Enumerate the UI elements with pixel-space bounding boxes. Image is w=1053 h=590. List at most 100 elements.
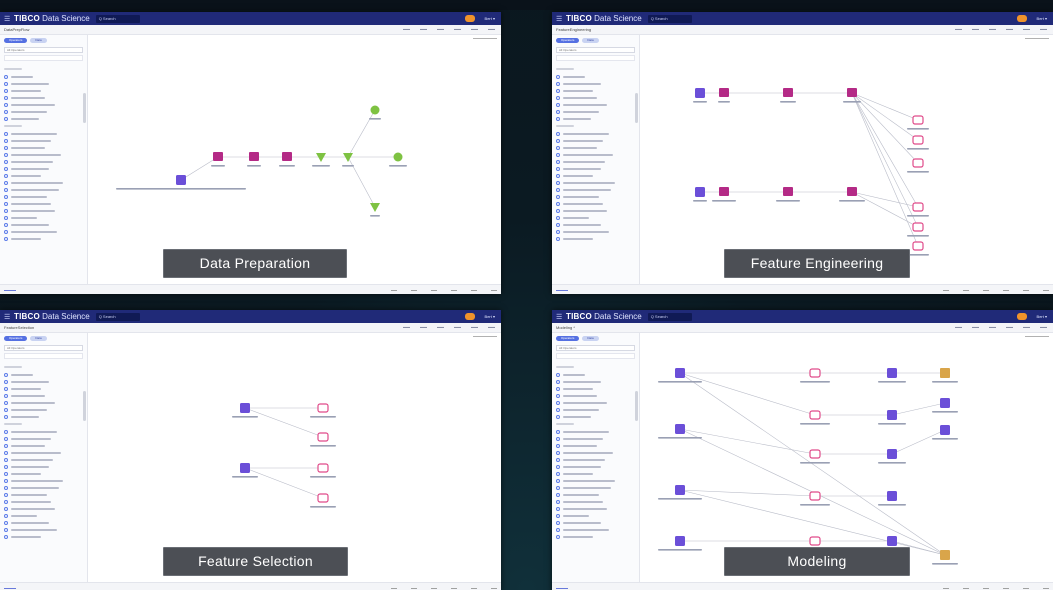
dataset-node[interactable] bbox=[232, 463, 258, 478]
operator-item[interactable] bbox=[556, 193, 635, 200]
transform-node[interactable] bbox=[211, 152, 225, 167]
operator-item[interactable] bbox=[556, 235, 635, 242]
search-input[interactable]: Q Search bbox=[95, 14, 140, 23]
operator-item[interactable] bbox=[556, 519, 635, 526]
toolbar-item[interactable]: ▬▬ bbox=[437, 27, 444, 31]
operator-item[interactable] bbox=[556, 392, 635, 399]
status-action[interactable]: ▬▬ bbox=[391, 288, 397, 292]
operator-item[interactable] bbox=[4, 108, 83, 115]
operator-item[interactable] bbox=[556, 449, 635, 456]
operator-item[interactable] bbox=[4, 235, 83, 242]
operator-item[interactable] bbox=[556, 115, 635, 122]
operator-item[interactable] bbox=[556, 435, 635, 442]
transform-node[interactable] bbox=[780, 88, 796, 103]
operator-item[interactable] bbox=[556, 151, 635, 158]
operator-item[interactable] bbox=[556, 207, 635, 214]
operator-item[interactable] bbox=[4, 533, 83, 540]
operator-item[interactable] bbox=[4, 385, 83, 392]
operator-item[interactable] bbox=[4, 371, 83, 378]
menu-icon[interactable]: ☰ bbox=[4, 313, 14, 321]
operator-item[interactable] bbox=[4, 214, 83, 221]
status-action[interactable]: ▬▬ bbox=[943, 288, 949, 292]
toolbar-item[interactable]: ▬▬ bbox=[403, 325, 410, 329]
operator-item[interactable] bbox=[4, 399, 83, 406]
dataset-node[interactable] bbox=[116, 175, 246, 190]
operator-item[interactable] bbox=[4, 498, 83, 505]
operator-item[interactable] bbox=[556, 470, 635, 477]
operator-item[interactable] bbox=[4, 221, 83, 228]
operator-item[interactable] bbox=[4, 87, 83, 94]
operator-item[interactable] bbox=[556, 526, 635, 533]
status-action[interactable]: ▬▬ bbox=[451, 288, 457, 292]
operator-item[interactable] bbox=[4, 172, 83, 179]
transform-node[interactable] bbox=[776, 187, 800, 202]
status-action[interactable]: ▬▬ bbox=[391, 586, 397, 590]
toolbar-item[interactable]: ▬▬ bbox=[1006, 27, 1013, 31]
operator-item[interactable] bbox=[4, 505, 83, 512]
status-link[interactable]: ▬▬▬▬ bbox=[556, 288, 568, 292]
eval-node[interactable] bbox=[800, 491, 830, 506]
operator-item[interactable] bbox=[556, 221, 635, 228]
toolbar-item[interactable]: ▬▬ bbox=[989, 27, 996, 31]
status-link[interactable]: ▬▬▬▬ bbox=[556, 586, 568, 590]
search-input[interactable]: Q Search bbox=[95, 312, 140, 321]
operator-item[interactable] bbox=[556, 371, 635, 378]
tab-operators[interactable]: Operators bbox=[556, 38, 580, 43]
dataset-node[interactable] bbox=[658, 485, 702, 500]
gold-node[interactable] bbox=[932, 550, 958, 565]
operator-item[interactable] bbox=[4, 115, 83, 122]
status-action[interactable]: ▬▬ bbox=[411, 586, 417, 590]
operator-filter-input[interactable] bbox=[4, 353, 83, 359]
operator-item[interactable] bbox=[556, 385, 635, 392]
operator-item[interactable] bbox=[556, 477, 635, 484]
operator-item[interactable] bbox=[556, 406, 635, 413]
sidebar-scrollbar[interactable] bbox=[83, 391, 86, 421]
tab-operators[interactable]: Operators bbox=[4, 38, 28, 43]
menu-icon[interactable]: ☰ bbox=[4, 15, 14, 23]
operator-item[interactable] bbox=[556, 378, 635, 385]
operator-item[interactable] bbox=[4, 193, 83, 200]
operator-item[interactable] bbox=[556, 228, 635, 235]
tab-data[interactable]: Data bbox=[30, 38, 47, 43]
status-action[interactable]: ▬▬ bbox=[983, 288, 989, 292]
user-avatar-icon[interactable] bbox=[1017, 15, 1027, 22]
tab-data[interactable]: Data bbox=[30, 336, 47, 341]
operator-item[interactable] bbox=[556, 179, 635, 186]
operator-item[interactable] bbox=[556, 442, 635, 449]
operator-category-select[interactable]: All Operators bbox=[4, 345, 83, 351]
dataset-node[interactable] bbox=[878, 410, 906, 425]
operator-item[interactable] bbox=[4, 477, 83, 484]
dataset-node[interactable] bbox=[878, 449, 906, 464]
operator-item[interactable] bbox=[4, 378, 83, 385]
operator-item[interactable] bbox=[4, 519, 83, 526]
sidebar-scrollbar[interactable] bbox=[635, 93, 638, 123]
user-avatar-icon[interactable] bbox=[465, 15, 475, 22]
toolbar-item[interactable]: ▬▬ bbox=[1023, 27, 1030, 31]
operator-item[interactable] bbox=[4, 130, 83, 137]
dataset-node[interactable] bbox=[232, 403, 258, 418]
status-action[interactable]: ▬▬ bbox=[491, 288, 497, 292]
status-action[interactable]: ▬▬ bbox=[431, 288, 437, 292]
toolbar-item[interactable]: ▬▬ bbox=[403, 27, 410, 31]
operator-item[interactable] bbox=[556, 165, 635, 172]
dataset-node[interactable] bbox=[693, 187, 707, 202]
toolbar-item[interactable]: ▬▬ bbox=[955, 325, 962, 329]
status-action[interactable]: ▬▬ bbox=[1003, 288, 1009, 292]
operator-item[interactable] bbox=[4, 186, 83, 193]
eval-node[interactable] bbox=[907, 222, 929, 237]
tab-data[interactable]: Data bbox=[582, 336, 599, 341]
dataset-node[interactable] bbox=[878, 368, 906, 383]
status-action[interactable]: ▬▬ bbox=[411, 288, 417, 292]
operator-category-select[interactable]: All Operators bbox=[556, 345, 635, 351]
dataset-node[interactable] bbox=[658, 368, 702, 383]
operator-item[interactable] bbox=[556, 505, 635, 512]
dataset-node[interactable] bbox=[878, 491, 906, 506]
status-action[interactable]: ▬▬ bbox=[431, 586, 437, 590]
operator-item[interactable] bbox=[4, 449, 83, 456]
status-action[interactable]: ▬▬ bbox=[1023, 288, 1029, 292]
operator-item[interactable] bbox=[556, 73, 635, 80]
operator-item[interactable] bbox=[556, 130, 635, 137]
operator-item[interactable] bbox=[556, 491, 635, 498]
dataset-node[interactable] bbox=[693, 88, 707, 103]
transform-node[interactable] bbox=[712, 187, 736, 202]
